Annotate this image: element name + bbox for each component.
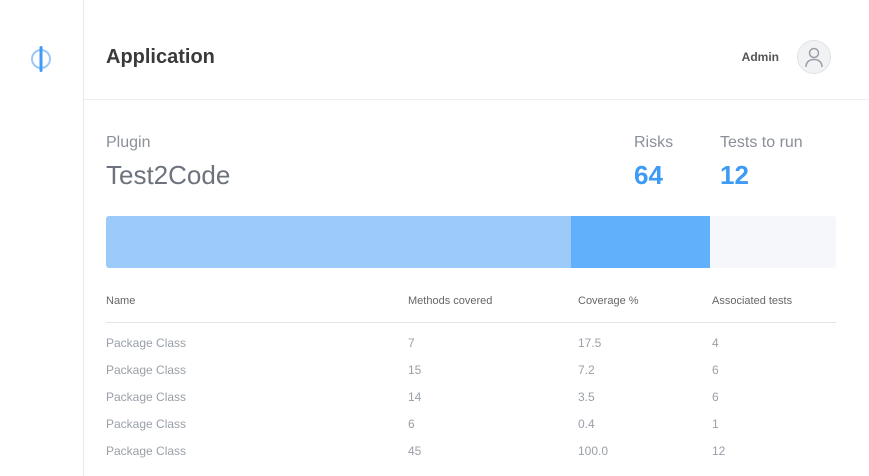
- risks-value: 64: [634, 160, 663, 190]
- left-rail: [0, 0, 84, 476]
- cell-coverage: 100.0: [578, 444, 609, 458]
- table-row[interactable]: Package Class 14 3.5 6: [106, 383, 836, 410]
- cell-coverage: 0.4: [578, 417, 595, 431]
- table-row[interactable]: Package Class 6 0.4 1: [106, 410, 836, 437]
- tests-to-run-label: Tests to run: [720, 134, 803, 151]
- plugin-name: Test2Code: [106, 160, 231, 190]
- plug-logo-icon[interactable]: [26, 44, 56, 74]
- user-name[interactable]: Admin: [742, 50, 779, 64]
- table-body: Package Class 7 17.5 4 Package Class 15 …: [106, 323, 836, 464]
- page-header: Application Admin: [84, 0, 869, 100]
- risks-stat[interactable]: Risks 64: [634, 134, 673, 191]
- table-header: Name Methods covered Coverage % Associat…: [106, 290, 836, 323]
- cell-methods-covered: 7: [408, 336, 415, 350]
- risks-label: Risks: [634, 134, 674, 151]
- user-avatar-icon[interactable]: [797, 40, 831, 74]
- cell-name[interactable]: Package Class: [106, 390, 186, 404]
- cell-methods-covered: 14: [408, 390, 422, 404]
- cell-associated-tests: 6: [712, 390, 719, 404]
- cell-methods-covered: 15: [408, 363, 422, 377]
- column-header-associated-tests[interactable]: Associated tests: [712, 295, 792, 307]
- packages-table: Name Methods covered Coverage % Associat…: [106, 290, 836, 464]
- cell-methods-covered: 45: [408, 444, 422, 458]
- table-row[interactable]: Package Class 45 100.0 12: [106, 437, 836, 464]
- cell-coverage: 3.5: [578, 390, 595, 404]
- coverage-segment-secondary: [571, 216, 710, 268]
- app-window: Application Admin Plugin Test2Code Risks…: [0, 0, 869, 476]
- cell-associated-tests: 6: [712, 363, 719, 377]
- cell-associated-tests: 4: [712, 336, 719, 350]
- tests-to-run-value: 12: [720, 160, 749, 190]
- cell-name[interactable]: Package Class: [106, 417, 186, 431]
- column-header-methods-covered[interactable]: Methods covered: [408, 295, 492, 307]
- coverage-progress-bar: [106, 216, 836, 268]
- cell-coverage: 7.2: [578, 363, 595, 377]
- cell-coverage: 17.5: [578, 336, 602, 350]
- cell-name[interactable]: Package Class: [106, 444, 186, 458]
- column-header-coverage[interactable]: Coverage %: [578, 295, 639, 307]
- column-header-name[interactable]: Name: [106, 295, 135, 307]
- cell-methods-covered: 6: [408, 417, 415, 431]
- cell-associated-tests: 12: [712, 444, 726, 458]
- table-row[interactable]: Package Class 7 17.5 4: [106, 329, 836, 356]
- table-row[interactable]: Package Class 15 7.2 6: [106, 356, 836, 383]
- cell-associated-tests: 1: [712, 417, 719, 431]
- tests-to-run-stat[interactable]: Tests to run 12: [720, 134, 803, 191]
- page-title: Application: [106, 46, 215, 68]
- cell-name[interactable]: Package Class: [106, 336, 186, 350]
- plugin-label: Plugin: [106, 134, 151, 151]
- cell-name[interactable]: Package Class: [106, 363, 186, 377]
- coverage-segment-primary: [106, 216, 571, 268]
